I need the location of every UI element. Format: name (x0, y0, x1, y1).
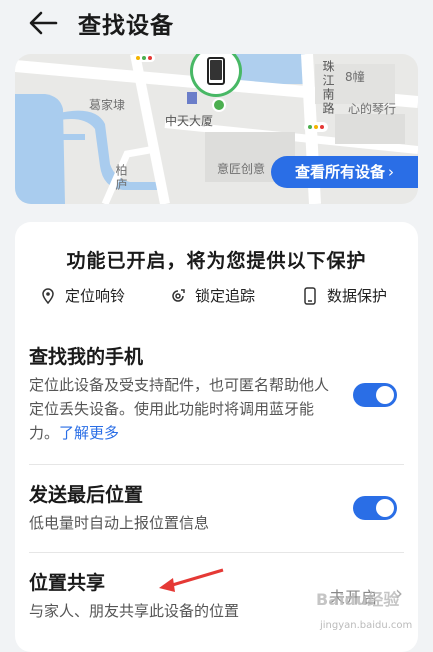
phone-icon (207, 57, 225, 85)
find-phone-title: 查找我的手机 (29, 346, 144, 368)
send-last-desc: 低电量时自动上报位置信息 (29, 514, 210, 532)
toggle-knob (376, 499, 394, 517)
send-last-toggle[interactable] (353, 496, 397, 520)
feature-item: 数据保护 (301, 285, 387, 306)
map-label-xindenglou: 心的琴行 (348, 102, 397, 116)
protection-title: 功能已开启，将为您提供以下保护 (66, 250, 367, 272)
toggle-knob (376, 386, 394, 404)
watermark-url: jingyan.baidu.com (320, 620, 413, 631)
back-arrow-icon[interactable] (26, 8, 60, 38)
learn-more-link[interactable]: 了解更多 (59, 424, 119, 442)
chevron-right-icon: › (388, 163, 394, 181)
map-label-zhujiang-road: 珠江南路 (321, 60, 335, 116)
find-phone-desc: 定位此设备及受支持配件，也可匿名帮助他人定位丢失设备。使用此功能时将调用蓝牙能力… (29, 373, 339, 445)
feature-list: 定位响铃 锁定追踪 数据保护 (39, 285, 400, 309)
location-pin-icon (42, 287, 54, 304)
location-dot (212, 98, 226, 112)
annotation-arrow (159, 568, 224, 592)
feature-label: 锁定追踪 (195, 287, 256, 305)
location-share-desc: 与家人、朋友共享此设备的位置 (29, 602, 240, 620)
divider (29, 552, 404, 553)
find-phone-toggle[interactable] (353, 383, 397, 407)
app-header: 查找设备 (0, 0, 433, 48)
page-title: 查找设备 (78, 13, 174, 39)
map-label-building8: 8幢 (345, 70, 365, 84)
feature-item: 锁定追踪 (169, 285, 255, 306)
watermark-logo: Baidu经验 (316, 590, 400, 609)
send-last-row: 发送最后位置 低电量时自动上报位置信息 (29, 480, 339, 535)
divider (29, 464, 404, 465)
feature-item: 定位响铃 (39, 285, 125, 306)
view-all-devices-button[interactable]: 查看所有设备 › (271, 156, 418, 188)
device-map[interactable]: 珠江南路 8幢 心的琴行 中天大厦 葛家埭 意匠创意 柏庐 查看所有设备 › (15, 54, 418, 204)
phone-data-icon (304, 286, 316, 305)
send-last-title: 发送最后位置 (29, 484, 144, 506)
find-phone-row: 查找我的手机 定位此设备及受支持配件，也可匿名帮助他人定位丢失设备。使用此功能时… (29, 342, 339, 445)
view-all-devices-label: 查看所有设备 (294, 163, 385, 181)
map-label-yijiang: 意匠创意 (217, 162, 266, 176)
map-label-jiajia: 葛家埭 (89, 98, 126, 112)
feature-label: 定位响铃 (65, 287, 126, 305)
map-label-zhongtian: 中天大厦 (165, 114, 214, 128)
lock-track-icon (172, 288, 185, 302)
feature-label: 数据保护 (327, 287, 388, 305)
map-label-baihe: 柏庐 (114, 164, 128, 192)
